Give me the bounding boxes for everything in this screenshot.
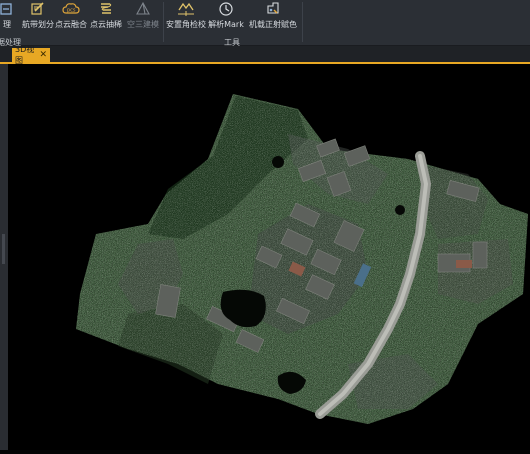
void-patch [395, 205, 405, 215]
tool-pointcloud-fusion[interactable]: pcs 点云融合 [54, 0, 88, 34]
tool-label: 理 [3, 20, 11, 29]
tool-label: 空三建模 [127, 20, 159, 29]
pointcloud-thinning-icon [97, 1, 115, 17]
tool-airborne-coloring[interactable]: 机载正射赋色 [249, 0, 297, 34]
tool-label: 点云抽稀 [90, 20, 122, 29]
close-icon[interactable]: ✕ [39, 50, 47, 60]
left-dock-bar [0, 64, 8, 450]
void-patch [272, 156, 284, 168]
group-separator [163, 2, 164, 42]
tool-boresight[interactable]: 安置角检校 [166, 0, 206, 34]
process-icon [0, 1, 16, 17]
ribbon-toolbar: 理 航带划分 pcs 点云融合 点云抽稀 空三建模 安置角检校 解析Mark 机… [0, 0, 530, 47]
3d-viewport[interactable] [8, 64, 530, 450]
clock-icon [217, 1, 235, 17]
tool-build-3d[interactable]: 空三建模 [126, 0, 160, 34]
splitter-grip[interactable] [2, 234, 5, 264]
tool-route-split[interactable]: 航带划分 [18, 0, 58, 34]
pointcloud-fusion-icon: pcs [62, 1, 80, 17]
tool-process[interactable]: 理 [0, 0, 18, 34]
document-tab-strip: 3D视图 ✕ [0, 45, 530, 65]
tool-label: 航带划分 [22, 20, 54, 29]
point-cloud-render [76, 94, 528, 424]
group-separator [302, 2, 303, 42]
pyramid-icon [134, 1, 152, 17]
tool-pointcloud-thinning[interactable]: 点云抽稀 [89, 0, 123, 34]
tab-label: 3D视图 [15, 45, 35, 65]
tool-label: 机载正射赋色 [249, 20, 297, 29]
route-split-icon [29, 1, 47, 17]
tool-parse-mark[interactable]: 解析Mark [208, 0, 244, 34]
tab-3d-view[interactable]: 3D视图 ✕ [12, 45, 50, 65]
tool-label: 点云融合 [55, 20, 87, 29]
tool-label: 解析Mark [208, 20, 244, 29]
svg-text:pcs: pcs [67, 8, 76, 14]
boresight-icon [177, 1, 195, 17]
coloring-icon [264, 1, 282, 17]
tool-label: 安置角检校 [166, 20, 206, 29]
